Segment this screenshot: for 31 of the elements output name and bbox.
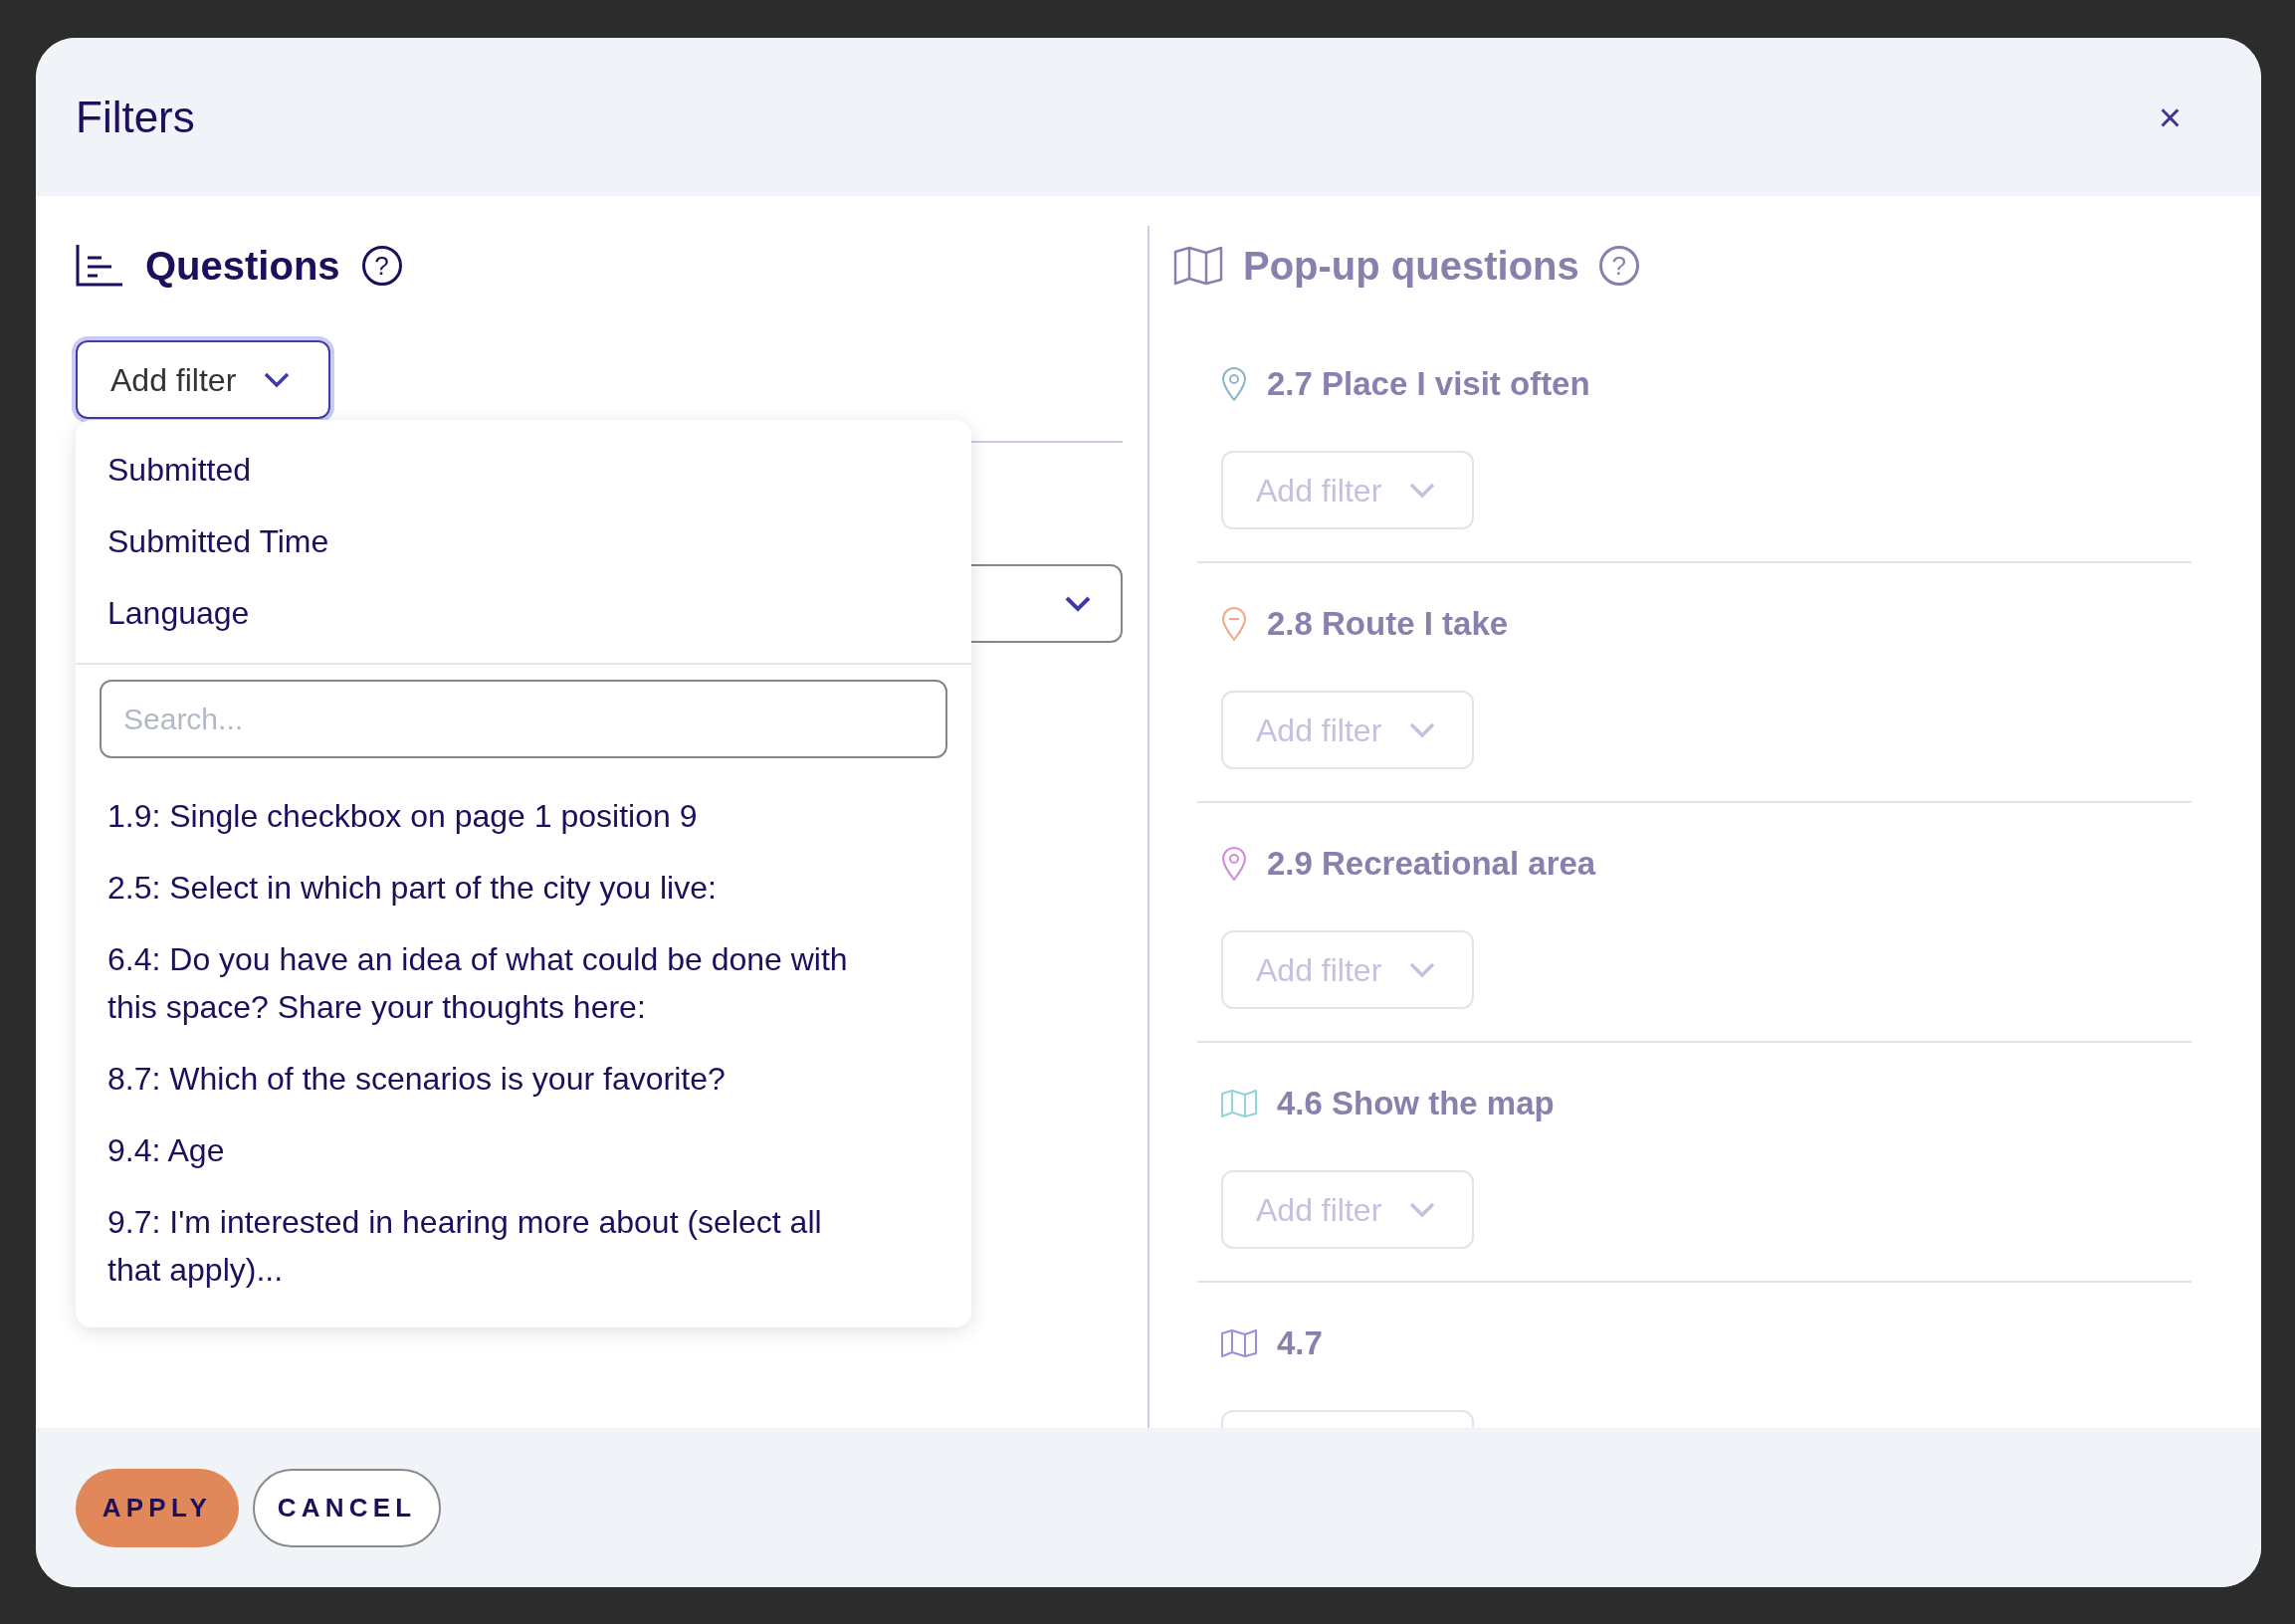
question-title: 2.7 Place I visit often <box>1267 364 1590 405</box>
question-title: 2.8 Route I take <box>1267 604 1509 645</box>
question-title: 4.6 Show the map <box>1277 1084 1555 1124</box>
menu-item[interactable]: 1.9: Single checkbox on page 1 position 9 <box>76 780 971 852</box>
question-title: 2.9 Recreational area <box>1267 844 1596 885</box>
chevron-down-icon <box>1409 1201 1436 1218</box>
menu-item[interactable]: 9.7: I'm interested in hearing more about (select all that apply)... <box>76 1186 971 1306</box>
map-icon <box>1173 246 1223 286</box>
section-title: Pop-up questions <box>1243 243 1579 290</box>
search-field[interactable]: Search... <box>100 680 947 758</box>
dialog-title: Filters <box>76 91 195 143</box>
chevron-down-icon <box>1065 595 1091 612</box>
menu-item[interactable]: 9.4: Age <box>76 1115 971 1186</box>
section-title: Questions <box>145 243 340 290</box>
menu-item[interactable]: 2.5: Select in which part of the city you live: <box>76 852 971 923</box>
menu-item[interactable]: Submitted <box>76 434 971 506</box>
menu-item[interactable]: Language <box>76 577 971 649</box>
apply-button[interactable]: APPLY <box>76 1468 239 1547</box>
help-icon[interactable]: ? <box>1598 246 1639 286</box>
chevron-down-icon <box>1409 482 1436 499</box>
menu-item[interactable]: 8.7: Which of the scenarios is your favorite? <box>76 1043 971 1115</box>
chevron-down-icon <box>1409 721 1436 738</box>
chevron-down-icon <box>1409 961 1436 978</box>
close-button[interactable]: × <box>2158 97 2182 137</box>
question-title: 4.7 <box>1277 1323 1323 1364</box>
help-icon[interactable]: ? <box>361 246 402 286</box>
cancel-button[interactable]: CANCEL <box>253 1468 441 1547</box>
menu-item[interactable]: Submitted Time <box>76 506 971 577</box>
chevron-down-icon <box>264 371 291 388</box>
list-icon <box>76 245 123 287</box>
menu-item[interactable]: 6.4: Do you have an idea of what could be done with this space? Share your thoughts here: <box>76 923 971 1043</box>
